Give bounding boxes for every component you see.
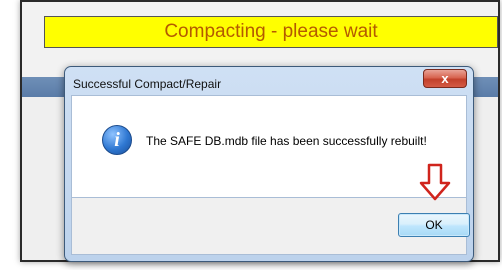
close-icon: x <box>441 71 449 86</box>
info-icon-glyph: i <box>114 128 120 151</box>
ok-button[interactable]: OK <box>398 213 470 237</box>
down-arrow-icon <box>419 163 451 201</box>
dialog-title: Successful Compact/Repair <box>73 77 222 91</box>
dialog-message: The SAFE DB.mdb file has been successful… <box>146 134 427 148</box>
close-button[interactable]: x <box>423 69 467 88</box>
info-icon: i <box>102 125 132 155</box>
compacting-status-banner: Compacting - please wait <box>44 16 498 48</box>
